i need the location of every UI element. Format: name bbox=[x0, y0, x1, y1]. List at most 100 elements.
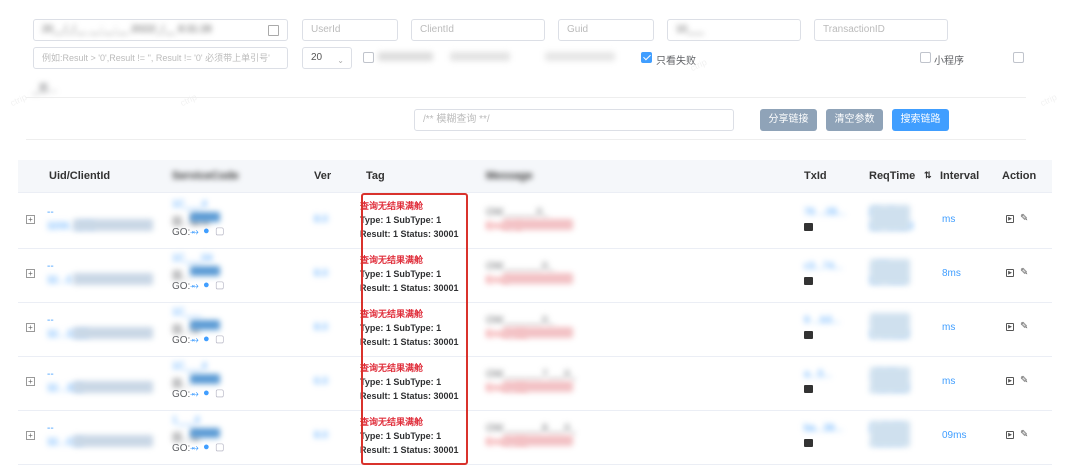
col-message[interactable]: Message bbox=[486, 170, 532, 182]
mini-program-checkbox[interactable] bbox=[920, 52, 931, 63]
redacted-block bbox=[190, 266, 220, 276]
expand-row-icon[interactable]: + bbox=[26, 269, 35, 278]
uid-top[interactable]: -- bbox=[47, 207, 54, 218]
comment-icon[interactable]: ▢ bbox=[215, 226, 224, 237]
col-action[interactable]: Action bbox=[1002, 170, 1036, 182]
txid-value[interactable]: 76 ...05... bbox=[804, 207, 846, 218]
edit-icon[interactable]: ✎ bbox=[1020, 213, 1028, 224]
col-tag[interactable]: Tag bbox=[366, 170, 385, 182]
redacted-block bbox=[190, 320, 220, 330]
fuzzy-query-input[interactable]: /** 模糊查询 **/ bbox=[414, 109, 734, 131]
version-value: 8.0 bbox=[314, 430, 328, 441]
table-row[interactable]: + -- 32...3185 1C___ 国...务 GO: ⥇ ● ▢ 8.0… bbox=[18, 301, 1052, 357]
col-service[interactable]: ServiceCode bbox=[172, 170, 239, 182]
txid-value[interactable]: a...5... bbox=[804, 369, 832, 380]
edit-icon[interactable]: ✎ bbox=[1020, 321, 1028, 332]
location-icon[interactable]: ● bbox=[203, 441, 210, 453]
table-row[interactable]: + -- 32...393 1C___4 国... GO: ⥇ ● ▢ 6.0 … bbox=[18, 355, 1052, 411]
service-code[interactable]: 1C___4 bbox=[172, 199, 207, 210]
page-size-select[interactable]: 20 ⌄ bbox=[302, 47, 352, 69]
comment-icon[interactable]: ▢ bbox=[215, 280, 224, 291]
col-uid[interactable]: Uid/ClientId bbox=[49, 170, 110, 182]
go-label: GO: bbox=[172, 335, 191, 346]
edit-icon[interactable]: ✎ bbox=[1020, 429, 1028, 440]
location-icon[interactable]: ● bbox=[203, 387, 210, 399]
redacted-block bbox=[73, 273, 153, 285]
transaction-icon[interactable] bbox=[804, 385, 813, 393]
date-range-input[interactable]: 20__/_/__ __:__:__ 2022/_/__ 8:31:28 bbox=[33, 19, 288, 41]
play-icon[interactable]: ▶ bbox=[1006, 377, 1014, 385]
share-icon[interactable]: ⥇ bbox=[190, 388, 199, 401]
option-checkbox-last[interactable] bbox=[1013, 52, 1024, 63]
watermark: ctrip bbox=[178, 91, 199, 109]
redacted-block bbox=[190, 374, 220, 384]
play-icon[interactable]: ▶ bbox=[1006, 431, 1014, 439]
col-interval[interactable]: Interval bbox=[940, 170, 979, 182]
watermark: ctrip bbox=[1038, 91, 1059, 109]
service-code[interactable]: 1C___4 bbox=[172, 361, 207, 372]
message-top: OW_______0_ bbox=[486, 261, 554, 272]
col-txid[interactable]: TxId bbox=[804, 170, 827, 182]
service-code[interactable]: 1___4 bbox=[172, 415, 200, 426]
date-range-value: 20__/_/__ __:__:__ 2022/_/__ 8:31:28 bbox=[42, 24, 212, 35]
share-icon[interactable]: ⥇ bbox=[190, 442, 199, 455]
expand-row-icon[interactable]: + bbox=[26, 215, 35, 224]
transaction-icon[interactable] bbox=[804, 277, 813, 285]
play-icon[interactable]: ▶ bbox=[1006, 269, 1014, 277]
redacted-block bbox=[73, 435, 153, 447]
search-trace-button[interactable]: 搜索链路 bbox=[892, 109, 949, 131]
chevron-down-icon: ⌄ bbox=[337, 56, 344, 65]
expand-row-icon[interactable]: + bbox=[26, 377, 35, 386]
uid-bottom[interactable]: 32...0 bbox=[47, 275, 72, 286]
col-ver[interactable]: Ver bbox=[314, 170, 331, 182]
txid-value[interactable]: 9 ...b3... bbox=[804, 315, 840, 326]
tag-title: 查询无结果满舱 bbox=[360, 363, 424, 373]
uid-top[interactable]: -- bbox=[47, 423, 54, 434]
condition-query-input[interactable]: 例如:Result > '0',Result != '', Result != … bbox=[33, 47, 288, 69]
comment-icon[interactable]: ▢ bbox=[215, 442, 224, 453]
table-row[interactable]: + -- 32...018 1___4 国...务 GO: ⥇ ● ▢ 8.0 … bbox=[18, 409, 1052, 465]
col-reqtime[interactable]: ReqTime bbox=[869, 170, 915, 182]
guid-input[interactable]: Guid bbox=[558, 19, 654, 41]
txid-value[interactable]: c3...74... bbox=[804, 261, 842, 272]
uid-top[interactable]: -- bbox=[47, 261, 54, 272]
field5-input[interactable]: 10___ bbox=[667, 19, 801, 41]
clear-params-button[interactable]: 清空参数 bbox=[826, 109, 883, 131]
message-top: OW_______7___0_ bbox=[486, 369, 576, 380]
comment-icon[interactable]: ▢ bbox=[215, 388, 224, 399]
expand-row-icon[interactable]: + bbox=[26, 323, 35, 332]
location-icon[interactable]: ● bbox=[203, 333, 210, 345]
service-code[interactable]: 1C___ bbox=[172, 307, 201, 318]
table-row[interactable]: + -- 3200...279 1C___4 国...服务 GO: ⥇ ● ▢ … bbox=[18, 193, 1052, 249]
sort-icon[interactable]: ⇅ bbox=[924, 170, 932, 181]
txid-value[interactable]: ba...39... bbox=[804, 423, 843, 434]
transaction-id-input[interactable]: TransactionID bbox=[814, 19, 948, 41]
share-icon[interactable]: ⥇ bbox=[190, 280, 199, 293]
edit-icon[interactable]: ✎ bbox=[1020, 375, 1028, 386]
share-icon[interactable]: ⥇ bbox=[190, 334, 199, 347]
play-icon[interactable]: ▶ bbox=[1006, 323, 1014, 331]
edit-icon[interactable]: ✎ bbox=[1020, 267, 1028, 278]
table-row[interactable]: + -- 32...0 1C___04 国... GO: ⥇ ● ▢ 8.0 查… bbox=[18, 247, 1052, 303]
comment-icon[interactable]: ▢ bbox=[215, 334, 224, 345]
play-icon[interactable]: ▶ bbox=[1006, 215, 1014, 223]
mini-program-label: 小程序 bbox=[934, 56, 964, 67]
uid-top[interactable]: -- bbox=[47, 315, 54, 326]
tag-title: 查询无结果满舱 bbox=[360, 309, 424, 319]
transaction-icon[interactable] bbox=[804, 331, 813, 339]
share-link-button[interactable]: 分享链接 bbox=[760, 109, 817, 131]
share-icon[interactable]: ⥇ bbox=[190, 226, 199, 239]
option-checkbox-1[interactable] bbox=[363, 52, 374, 63]
uid-top[interactable]: -- bbox=[47, 369, 54, 380]
service-code[interactable]: 1C___04 bbox=[172, 253, 213, 264]
only-failed-checkbox[interactable] bbox=[641, 52, 652, 63]
transaction-icon[interactable] bbox=[804, 223, 813, 231]
transaction-icon[interactable] bbox=[804, 439, 813, 447]
tag-cell: 查询无结果满舱 Type: 1 SubType: 1 Result: 1 Sta… bbox=[360, 361, 470, 403]
expand-row-icon[interactable]: + bbox=[26, 431, 35, 440]
userid-input[interactable]: UserId bbox=[302, 19, 398, 41]
location-icon[interactable]: ● bbox=[203, 225, 210, 237]
condition-query-placeholder: 例如:Result > '0',Result != '', Result != … bbox=[42, 53, 270, 63]
clientid-input[interactable]: ClientId bbox=[411, 19, 545, 41]
location-icon[interactable]: ● bbox=[203, 279, 210, 291]
